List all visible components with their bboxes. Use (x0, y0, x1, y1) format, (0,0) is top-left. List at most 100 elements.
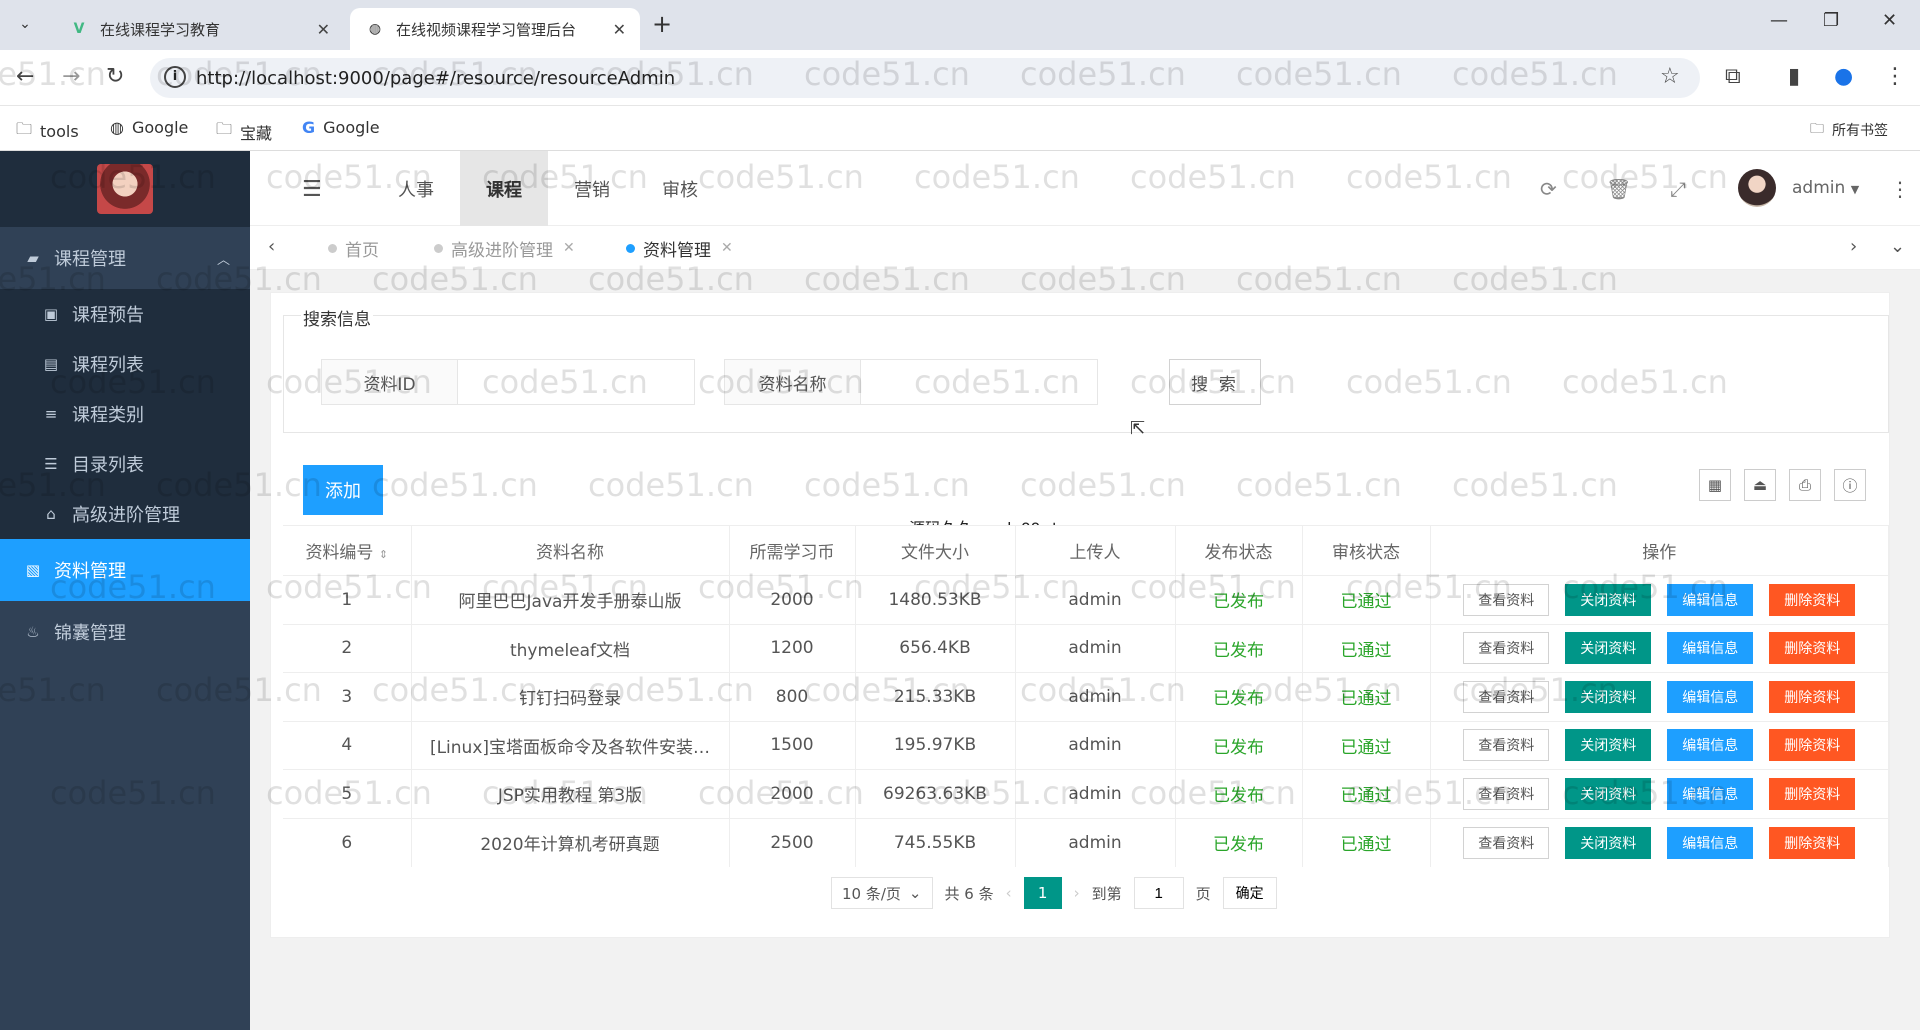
nav-audit[interactable]: 审核 (636, 151, 724, 226)
more-vertical-icon[interactable]: ⋮ (1890, 177, 1910, 201)
view-resource-button[interactable]: 查看资料 (1463, 729, 1550, 762)
close-resource-button[interactable]: 关闭资料 (1565, 729, 1652, 762)
window-close-icon[interactable]: ✕ (1882, 10, 1897, 31)
sidebar-item-catalog[interactable]: ☰ 目录列表 (0, 439, 250, 489)
resource-id-input[interactable] (458, 360, 694, 404)
trash-icon[interactable]: 🗑 (1606, 177, 1631, 201)
close-resource-button[interactable]: 关闭资料 (1565, 583, 1652, 616)
cell-id: 6 (283, 817, 412, 867)
edit-info-button[interactable]: 编辑信息 (1667, 729, 1754, 762)
edit-info-button[interactable]: 编辑信息 (1667, 826, 1754, 859)
delete-resource-button[interactable]: 删除资料 (1769, 583, 1856, 616)
new-tab-icon[interactable]: + (652, 10, 672, 38)
site-info-icon[interactable]: i (164, 66, 186, 88)
browser-tab-2[interactable]: ◍ 在线视频课程学习管理后台 ✕ (350, 8, 640, 50)
more-icon[interactable]: ⋮ (1884, 64, 1906, 89)
sidebar-item-course-list[interactable]: ▤ 课程列表 (0, 339, 250, 389)
profile-icon[interactable]: ● (1834, 64, 1853, 89)
sort-icon[interactable]: ⇕ (379, 548, 388, 561)
sidebar-group-bag[interactable]: ♨ 锦囊管理 (0, 601, 250, 663)
minimize-icon[interactable]: — (1770, 10, 1788, 31)
back-icon[interactable]: ← (16, 64, 34, 89)
resource-name-input[interactable] (861, 360, 1097, 404)
cell-size: 69263.63KB (855, 769, 1016, 818)
close-resource-button[interactable]: 关闭资料 (1565, 632, 1652, 665)
info-icon[interactable]: ⓘ (1834, 469, 1866, 501)
sidebar-item-course-category[interactable]: ≡ 课程类别 (0, 389, 250, 439)
nav-marketing[interactable]: 营销 (548, 151, 636, 226)
top-nav: 人事 课程 营销 审核 (372, 151, 724, 226)
col-id[interactable]: 资料编号 ⇕ (283, 525, 412, 576)
browser-tab-1[interactable]: V 在线课程学习教育 ✕ (54, 8, 344, 50)
tab-resource[interactable]: 资料管理 ✕ (626, 226, 733, 270)
cell-id: 2 (283, 623, 412, 673)
nav-course[interactable]: 课程 (460, 151, 548, 226)
cell-audit-status: 已通过 (1302, 623, 1431, 673)
bookmark-google-2[interactable]: G Google (302, 118, 380, 137)
close-icon[interactable]: ✕ (563, 240, 575, 256)
close-resource-button[interactable]: 关闭资料 (1565, 777, 1652, 810)
bookmark-google[interactable]: ◍ Google (110, 118, 188, 137)
bookmark-treasure[interactable]: 🗀 宝藏 (216, 118, 272, 145)
extensions-icon[interactable]: ⧉ (1725, 64, 1741, 89)
edit-info-button[interactable]: 编辑信息 (1667, 583, 1754, 616)
columns-icon[interactable]: ▦ (1699, 469, 1731, 501)
page-current[interactable]: 1 (1023, 877, 1062, 909)
star-icon[interactable]: ☆ (1660, 64, 1680, 89)
delete-resource-button[interactable]: 删除资料 (1769, 729, 1856, 762)
tab-home[interactable]: 首页 (328, 226, 379, 270)
view-resource-button[interactable]: 查看资料 (1463, 583, 1550, 616)
bookmark-tools[interactable]: 🗀 tools (16, 118, 79, 145)
close-tab-icon[interactable]: ✕ (613, 20, 626, 39)
tab-advanced[interactable]: 高级进阶管理 ✕ (434, 226, 575, 270)
edit-info-button[interactable]: 编辑信息 (1667, 632, 1754, 665)
prev-page-icon[interactable]: ‹ (1006, 884, 1012, 902)
avatar[interactable] (1738, 169, 1776, 207)
sidebar-item-advanced[interactable]: ⌂ 高级进阶管理 (0, 489, 250, 539)
delete-resource-button[interactable]: 删除资料 (1769, 632, 1856, 665)
view-resource-button[interactable]: 查看资料 (1463, 826, 1550, 859)
delete-resource-button[interactable]: 删除资料 (1769, 680, 1856, 713)
sidebar-group-course[interactable]: ▰ 课程管理 ︿ (0, 227, 250, 289)
goto-page-input[interactable] (1133, 877, 1184, 909)
edit-info-button[interactable]: 编辑信息 (1667, 777, 1754, 810)
user-menu[interactable]: admin ▼ (1792, 178, 1859, 198)
delete-resource-button[interactable]: 删除资料 (1769, 777, 1856, 810)
tab-search-chevron-icon[interactable]: ⌄ (10, 9, 40, 39)
search-button[interactable]: 搜 索 (1169, 359, 1261, 405)
page-size-value: 10 条/页 (842, 884, 901, 903)
tabs-left-arrow-icon[interactable]: ‹ (268, 236, 275, 257)
close-icon[interactable]: ✕ (721, 240, 733, 256)
refresh-icon[interactable]: ⟳ (1540, 177, 1557, 201)
add-button[interactable]: 添加 (303, 465, 383, 515)
view-resource-button[interactable]: 查看资料 (1463, 777, 1550, 810)
all-bookmarks[interactable]: 🗀 所有书签 (1810, 118, 1888, 142)
reload-icon[interactable]: ↻ (106, 64, 124, 89)
view-resource-button[interactable]: 查看资料 (1463, 632, 1550, 665)
col-name: 资料名称 (411, 525, 730, 576)
next-page-icon[interactable]: › (1074, 884, 1080, 902)
forward-icon[interactable]: → (62, 64, 80, 89)
nav-hr[interactable]: 人事 (372, 151, 460, 226)
tabs-dropdown-icon[interactable]: ⌄ (1890, 236, 1905, 257)
side-panel-icon[interactable]: ▮ (1788, 64, 1800, 89)
cell-coins: 2000 (729, 769, 856, 818)
fullscreen-icon[interactable]: ⤢ (1670, 177, 1686, 201)
url-bar[interactable]: i http://localhost:9000/page#/resource/r… (150, 58, 1700, 98)
google-icon: G (302, 118, 316, 137)
close-tab-icon[interactable]: ✕ (317, 20, 330, 39)
page-size-select[interactable]: 10 条/页 ⌄ (831, 877, 933, 909)
close-resource-button[interactable]: 关闭资料 (1565, 680, 1652, 713)
print-icon[interactable]: ⎙ (1789, 469, 1821, 501)
view-resource-button[interactable]: 查看资料 (1463, 680, 1550, 713)
sidebar-item-resource[interactable]: ▧ 资料管理 (0, 539, 250, 601)
close-resource-button[interactable]: 关闭资料 (1565, 826, 1652, 859)
sidebar-item-course-preview[interactable]: ▣ 课程预告 (0, 289, 250, 339)
export-icon[interactable]: ⏏ (1744, 469, 1776, 501)
restore-icon[interactable]: ❐ (1823, 10, 1839, 31)
tabs-right-arrow-icon[interactable]: › (1850, 236, 1857, 257)
collapse-menu-icon[interactable]: ☰ (302, 177, 322, 202)
goto-confirm-button[interactable]: 确定 (1222, 877, 1277, 909)
edit-info-button[interactable]: 编辑信息 (1667, 680, 1754, 713)
delete-resource-button[interactable]: 删除资料 (1769, 826, 1856, 859)
